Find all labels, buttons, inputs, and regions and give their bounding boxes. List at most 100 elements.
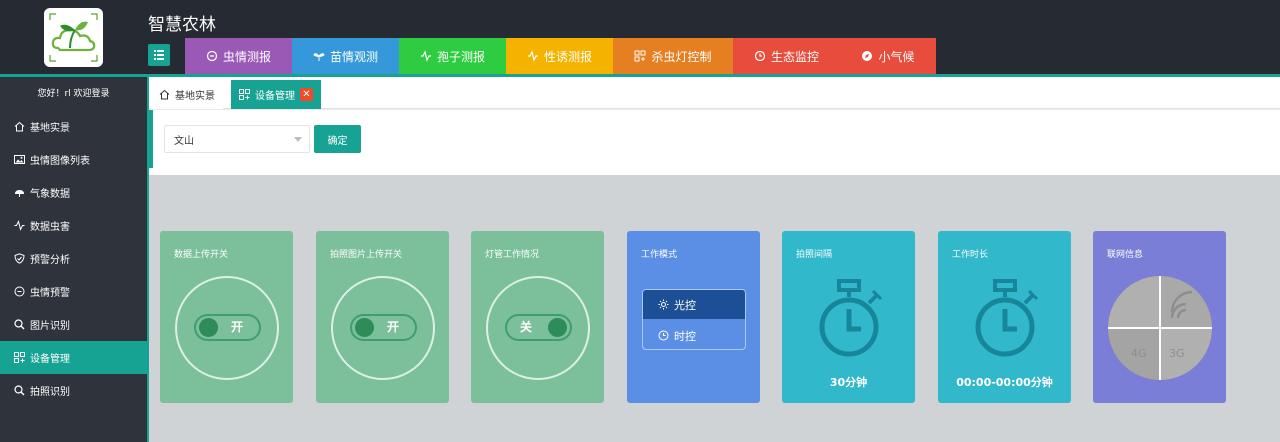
nav-tab-seedling-observe[interactable]: 苗情观测 xyxy=(292,38,399,74)
image-icon xyxy=(14,155,25,164)
quadrant-top-right xyxy=(1160,276,1212,328)
switch-ring: 开 xyxy=(331,276,435,380)
tab-device-management[interactable]: 设备管理 ✕ xyxy=(231,80,321,109)
cycle-icon xyxy=(14,286,25,297)
tab-label: 基地实景 xyxy=(175,91,215,102)
toggle-state-label: 开 xyxy=(387,320,400,334)
seedling-cloud-icon xyxy=(49,13,98,62)
card-data-upload-switch: 数据上传开关 开 xyxy=(160,231,293,403)
region-select[interactable]: 文山 xyxy=(164,125,310,153)
nav-tab-label: 杀虫灯控制 xyxy=(651,49,712,64)
sidebar-item-weather[interactable]: 气象数据 xyxy=(0,176,147,209)
sidebar-item-label: 虫情图像列表 xyxy=(30,156,90,167)
nav-tab-label: 苗情观测 xyxy=(329,49,378,64)
sidebar-item-label: 预警分析 xyxy=(30,255,70,266)
sidebar-item-warning-analysis[interactable]: 预警分析 xyxy=(0,242,147,275)
sidebar-item-pest-data[interactable]: 数据虫害 xyxy=(0,209,147,242)
home-icon xyxy=(159,89,170,100)
card-title: 拍照图片上传开关 xyxy=(330,250,403,260)
sidebar-item-label: 拍照识别 xyxy=(30,387,70,398)
greeting-text: 您好！rl 欢迎登录 xyxy=(37,89,110,99)
cycle-icon xyxy=(206,50,218,62)
stopwatch-icon xyxy=(819,279,883,357)
toggle-knob xyxy=(355,318,374,337)
sidebar-item-photo-recognition[interactable]: 拍照识别 xyxy=(0,374,147,407)
pulse-icon xyxy=(14,220,25,231)
card-title: 拍照间隔 xyxy=(796,250,833,260)
data-upload-toggle[interactable]: 开 xyxy=(194,314,261,341)
search-icon xyxy=(14,385,25,396)
app-logo[interactable] xyxy=(44,8,103,67)
close-icon[interactable]: ✕ xyxy=(300,88,313,101)
sidebar-item-label: 气象数据 xyxy=(30,189,70,200)
menu-list-icon xyxy=(154,50,164,60)
content-tab-bar: 基地实景 设备管理 ✕ xyxy=(149,77,1280,109)
card-photo-upload-switch: 拍照图片上传开关 开 xyxy=(316,231,449,403)
sun-icon xyxy=(658,299,669,310)
tab-label: 设备管理 xyxy=(255,91,295,102)
device-grid-icon xyxy=(634,50,646,62)
card-title: 工作模式 xyxy=(641,250,678,260)
nav-tab-pest-forecast[interactable]: 虫情测报 xyxy=(185,38,292,74)
photo-interval-value: 30分钟 xyxy=(829,376,868,389)
switch-ring: 开 xyxy=(175,276,279,380)
device-grid-icon xyxy=(14,352,25,363)
nav-tab-eco-monitor[interactable]: 生态监控 xyxy=(733,38,840,74)
toggle-knob xyxy=(199,318,218,337)
confirm-button[interactable]: 确定 xyxy=(314,125,361,153)
nav-tab-lure-forecast[interactable]: 性诱测报 xyxy=(506,38,613,74)
toggle-knob xyxy=(548,318,567,337)
card-work-mode: 工作模式 光控 时控 xyxy=(627,231,760,403)
switch-ring: 关 xyxy=(486,276,590,380)
sidebar-item-label: 设备管理 xyxy=(30,354,70,365)
nav-tab-microclimate[interactable]: 小气候 xyxy=(840,38,936,74)
nav-tab-insect-lamp[interactable]: 杀虫灯控制 xyxy=(613,38,733,74)
sidebar-item-pest-warning[interactable]: 虫情预警 xyxy=(0,275,147,308)
network-label-3g: 3G xyxy=(1169,347,1185,360)
nav-tab-spore-forecast[interactable]: 孢子测报 xyxy=(399,38,506,74)
sidebar-item-device-management[interactable]: 设备管理 xyxy=(0,341,147,374)
mode-option-light-control[interactable]: 光控 xyxy=(643,290,745,319)
mode-option-label: 光控 xyxy=(674,298,696,312)
sidebar-item-image-recognition[interactable]: 图片识别 xyxy=(0,308,147,341)
sidebar-item-pest-images[interactable]: 虫情图像列表 xyxy=(0,143,147,176)
weather-icon xyxy=(15,190,24,197)
section-divider xyxy=(149,168,1280,175)
sidebar-item-base-live[interactable]: 基地实景 xyxy=(0,110,147,143)
nav-tab-label: 孢子测报 xyxy=(436,49,485,64)
pulse-icon xyxy=(527,50,538,62)
card-title: 联网信息 xyxy=(1107,250,1144,260)
lamp-status-toggle[interactable]: 关 xyxy=(505,314,572,341)
pulse-icon xyxy=(420,50,431,62)
nav-tab-label: 小气候 xyxy=(878,49,915,64)
home-icon xyxy=(14,121,25,132)
app-root: 智慧农林 虫情测报 苗情观测 孢子测报 性诱测报 杀虫灯控制 生态监控 小气候 … xyxy=(0,0,1280,442)
chevron-down-icon[interactable] xyxy=(294,137,302,142)
card-network-info: 联网信息 4G 3G xyxy=(1093,231,1226,403)
device-grid-icon xyxy=(239,89,250,100)
tab-base-live[interactable]: 基地实景 xyxy=(151,80,223,109)
work-mode-selector: 光控 时控 xyxy=(642,289,746,350)
sidebar: 您好！rl 欢迎登录 基地实景 虫情图像列表 气象数据 数据虫害 预警分析 虫情… xyxy=(0,77,147,442)
photo-upload-toggle[interactable]: 开 xyxy=(350,314,417,341)
stopwatch-icon xyxy=(975,279,1039,357)
app-title: 智慧农林 xyxy=(148,15,216,35)
sidebar-item-label: 基地实景 xyxy=(30,123,70,134)
filter-bar-accent xyxy=(149,110,153,168)
card-photo-interval: 拍照间隔 30分钟 xyxy=(782,231,915,403)
seedling-icon xyxy=(313,53,325,61)
network-label-4g: 4G xyxy=(1131,347,1147,360)
nav-tab-label: 生态监控 xyxy=(770,49,819,64)
sidebar-item-label: 图片识别 xyxy=(30,321,70,332)
mode-option-time-control[interactable]: 时控 xyxy=(643,321,745,349)
card-work-duration: 工作时长 00:00-00:00分钟 xyxy=(938,231,1071,403)
quadrant-top-left xyxy=(1108,276,1160,328)
toggle-state-label: 开 xyxy=(231,320,244,334)
search-icon xyxy=(14,319,25,330)
card-title: 工作时长 xyxy=(952,250,989,260)
menu-toggle-button[interactable] xyxy=(148,44,170,66)
nav-tab-label: 性诱测报 xyxy=(543,49,592,64)
quadrant-bottom-right xyxy=(1160,328,1212,380)
work-duration-value: 00:00-00:00分钟 xyxy=(956,376,1053,389)
card-title: 灯管工作情况 xyxy=(485,250,540,260)
